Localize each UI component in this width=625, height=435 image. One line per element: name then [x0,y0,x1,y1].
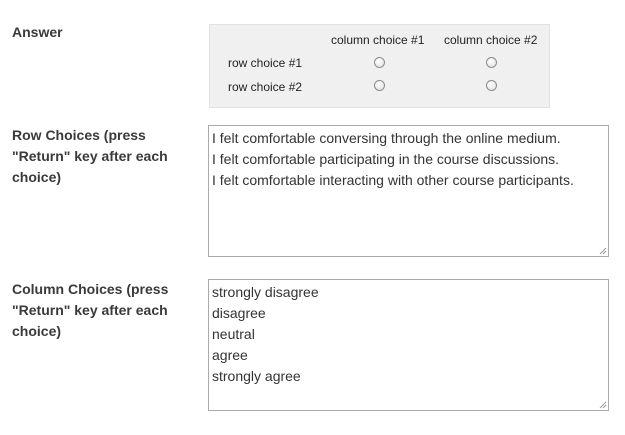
row-header-2: row choice #2 [228,80,303,94]
row-choices-label: Row Choices (press "Return" key after ea… [12,127,168,185]
row-choice-line: I felt comfortable interacting with othe… [212,172,574,188]
column-choice-line: agree [212,347,248,363]
radio-row2-col1[interactable] [374,80,385,91]
column-choice-line: disagree [212,305,266,321]
row-choice-line: I felt comfortable participating in the … [212,151,560,167]
column-choices-label: Column Choices (press "Return" key after… [12,281,169,339]
resize-grip-icon[interactable] [598,246,607,255]
answer-preview-grid: column choice #1 column choice #2 row ch… [209,24,550,108]
column-header-2: column choice #2 [444,33,538,47]
row-choices-textarea[interactable]: I felt comfortable conversing through th… [208,125,609,257]
radio-row1-col1[interactable] [374,57,385,68]
row-choice-line: I felt comfortable conversing through th… [212,130,561,146]
answer-label: Answer [12,24,63,40]
column-header-1: column choice #1 [331,33,425,47]
resize-grip-icon[interactable] [598,400,607,409]
column-choice-line: strongly disagree [212,284,319,300]
radio-row1-col2[interactable] [486,57,497,68]
column-choice-line: strongly agree [212,368,301,384]
column-choice-line: neutral [212,326,255,342]
column-choices-textarea[interactable]: strongly disagree disagree neutral agree… [208,279,609,411]
radio-row2-col2[interactable] [486,80,497,91]
row-header-1: row choice #1 [228,56,303,70]
